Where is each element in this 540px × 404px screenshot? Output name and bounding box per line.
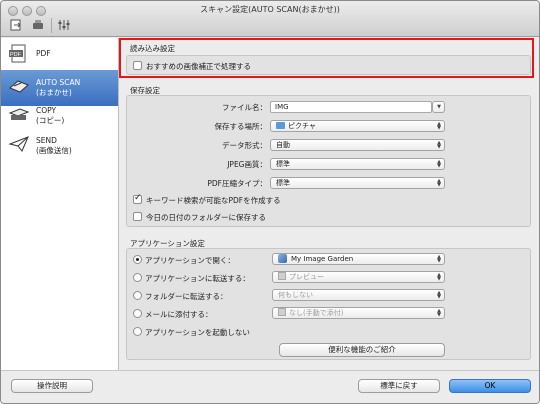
- transfer-to-app-label: アプリケーションに転送する：: [145, 274, 250, 283]
- keyword-pdf-checkbox[interactable]: [133, 193, 142, 204]
- open-with-app-radio[interactable]: [133, 255, 142, 264]
- transfer-to-folder-value: 何もしない: [278, 291, 313, 299]
- data-format-value: 自動: [276, 141, 290, 149]
- open-with-app-select[interactable]: My Image Garden ▲ ▼: [272, 253, 445, 265]
- save-location-select[interactable]: ピクチャ ▲ ▼: [270, 120, 445, 132]
- ok-button[interactable]: OK: [449, 379, 531, 393]
- jpeg-quality-label: JPEG画質：: [227, 160, 267, 169]
- data-format-select[interactable]: 自動 ▲ ▼: [270, 139, 445, 151]
- attach-to-email-radio[interactable]: [133, 309, 142, 318]
- updown-arrows-icon: ▲ ▼: [437, 272, 441, 282]
- settings-window: スキャン設定(AUTO SCAN(おまかせ)) PDF PDF AUTO SCA…: [0, 0, 540, 404]
- updown-arrows-icon: ▲ ▼: [437, 121, 441, 131]
- attach-to-email-select[interactable]: なし(手動で添付) ▲ ▼: [272, 307, 445, 319]
- instructions-button[interactable]: 操作説明: [11, 379, 93, 393]
- copy-printer-icon: [8, 108, 30, 120]
- sidebar-item-label: COPY: [36, 106, 57, 115]
- bottom-bar: 操作説明 標準に戻す OK: [1, 370, 539, 403]
- toolbar-separator: [51, 18, 52, 33]
- file-name-value: IMG: [275, 103, 289, 111]
- file-name-label: ファイル名：: [222, 103, 267, 112]
- svg-text:PDF: PDF: [10, 52, 22, 58]
- sidebar-item-send[interactable]: SEND (画像送信): [1, 128, 118, 164]
- transfer-to-app-radio[interactable]: [133, 273, 142, 282]
- read-settings-group: おすすめの画像補正で処理する: [126, 55, 531, 75]
- sidebar-item-sublabel: (おまかせ): [36, 88, 72, 97]
- date-folder-label: 今日の日付のフォルダーに保存する: [146, 213, 266, 222]
- open-with-app-value: My Image Garden: [291, 255, 354, 263]
- transfer-to-folder-radio[interactable]: [133, 291, 142, 300]
- save-location-label: 保存する場所：: [214, 122, 268, 131]
- save-settings-group: ファイル名： IMG ▼ 保存する場所： ピクチャ ▲ ▼ データ形式： 自動 ▲ ▼ …: [126, 95, 531, 227]
- updown-arrows-icon: ▲ ▼: [437, 290, 441, 300]
- app-icon: [278, 254, 287, 263]
- data-format-label: データ形式：: [222, 141, 267, 150]
- pdf-document-icon: PDF: [9, 44, 26, 63]
- transfer-to-folder-select[interactable]: 何もしない ▲ ▼: [272, 289, 445, 301]
- sidebar-item-label: PDF: [36, 49, 51, 58]
- sidebar: PDF PDF AUTO SCAN (おまかせ) COPY (コピー) SEND…: [1, 38, 119, 370]
- save-location-value: ピクチャ: [288, 122, 316, 130]
- transfer-to-folder-label: フォルダーに転送する：: [145, 292, 228, 301]
- updown-arrows-icon: ▲ ▼: [437, 308, 441, 318]
- settings-panel: 読み込み設定 おすすめの画像補正で処理する 保存設定 ファイル名： IMG ▼ …: [120, 38, 539, 370]
- read-settings-title: 読み込み設定: [130, 44, 175, 53]
- restore-defaults-button[interactable]: 標準に戻す: [358, 379, 440, 393]
- pdf-compression-value: 標準: [276, 179, 290, 187]
- updown-arrows-icon: ▲ ▼: [437, 254, 441, 264]
- send-paper-plane-icon: [8, 136, 29, 152]
- sidebar-item-label: AUTO SCAN: [36, 78, 81, 87]
- jpeg-quality-select[interactable]: 標準 ▲ ▼: [270, 158, 445, 170]
- sidebar-item-pdf[interactable]: PDF PDF: [1, 38, 118, 74]
- scan-from-computer-icon[interactable]: [9, 18, 23, 32]
- sidebar-item-label: SEND: [36, 136, 57, 145]
- folder-icon: [276, 122, 285, 129]
- do-not-start-app-label: アプリケーションを起動しない: [145, 328, 250, 337]
- scanner-button-settings-icon[interactable]: [31, 18, 45, 32]
- updown-arrows-icon: ▲ ▼: [437, 178, 441, 188]
- open-with-app-label: アプリケーションで開く：: [145, 256, 235, 265]
- pdf-compression-select[interactable]: 標準 ▲ ▼: [270, 177, 445, 189]
- recommended-correction-label: おすすめの画像補正で処理する: [146, 62, 251, 71]
- preview-app-icon: [278, 272, 286, 280]
- transfer-to-app-value: プレビュー: [289, 273, 324, 281]
- keyword-pdf-label: キーワード検索が可能なPDFを作成する: [146, 196, 281, 205]
- updown-arrows-icon: ▲ ▼: [437, 159, 441, 169]
- chevron-down-icon: ▼: [437, 104, 441, 110]
- title-bar: スキャン設定(AUTO SCAN(おまかせ)): [1, 1, 539, 37]
- email-app-icon: [278, 308, 286, 316]
- transfer-to-app-select[interactable]: プレビュー ▲ ▼: [272, 271, 445, 283]
- attach-to-email-value: なし(手動で添付): [289, 309, 344, 317]
- date-folder-checkbox[interactable]: [133, 212, 142, 221]
- recommended-correction-checkbox[interactable]: [133, 61, 142, 70]
- file-name-field[interactable]: IMG: [270, 101, 432, 113]
- sidebar-item-sublabel: (コピー): [36, 116, 65, 125]
- window-title: スキャン設定(AUTO SCAN(おまかせ)): [200, 5, 340, 14]
- do-not-start-app-radio[interactable]: [133, 327, 142, 336]
- sidebar-item-sublabel: (画像送信): [36, 146, 72, 155]
- general-settings-icon[interactable]: [57, 18, 71, 32]
- features-intro-button[interactable]: 便利な機能のご紹介: [279, 343, 445, 357]
- auto-scan-icon: [9, 80, 29, 93]
- file-name-dropdown-button[interactable]: ▼: [432, 101, 445, 113]
- attach-to-email-label: メールに添付する：: [145, 310, 213, 319]
- pdf-compression-label: PDF圧縮タイプ：: [207, 179, 267, 188]
- app-settings-group: アプリケーションで開く： My Image Garden ▲ ▼ アプリケーションに…: [126, 248, 531, 360]
- updown-arrows-icon: ▲ ▼: [437, 140, 441, 150]
- jpeg-quality-value: 標準: [276, 160, 290, 168]
